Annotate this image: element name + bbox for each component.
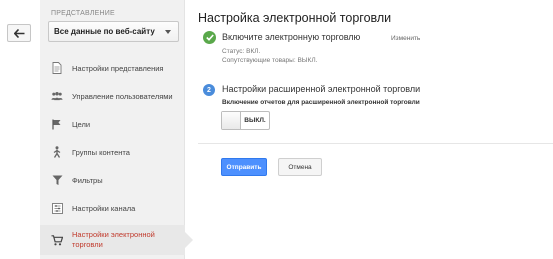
sidebar-item-label: Фильтры	[72, 175, 103, 185]
edit-link[interactable]: Изменить	[391, 35, 420, 42]
users-icon	[51, 90, 63, 102]
sidebar-item-label: Управление пользователями	[72, 91, 173, 101]
view-select[interactable]: Все данные по веб-сайту	[48, 21, 179, 42]
sidebar-item-label: Настройки представления	[72, 63, 164, 73]
sidebar-item-channel-settings[interactable]: Настройки канала	[40, 194, 185, 222]
submit-button[interactable]: Отправить	[221, 158, 267, 176]
view-select-value: Все данные по веб-сайту	[54, 27, 155, 36]
toggle-knob	[222, 112, 241, 129]
sidebar-item-label: Настройки электронной торговли	[72, 230, 155, 249]
section-label: ПРЕДСТАВЛЕНИЕ	[51, 10, 115, 17]
filter-icon	[51, 174, 63, 186]
enhanced-ecommerce-toggle[interactable]: ВЫКЛ.	[221, 111, 270, 130]
sidebar-item-label: Цели	[72, 119, 91, 129]
sidebar-nav: Настройки представления Управление польз…	[40, 54, 193, 255]
cart-icon	[51, 234, 63, 246]
toggle-state-label: ВЫКЛ.	[244, 117, 266, 124]
page-title: Настройка электронной торговли	[198, 11, 392, 25]
sidebar-item-ecommerce-settings[interactable]: Настройки электронной торговли	[40, 225, 193, 255]
sidebar-item-filters[interactable]: Фильтры	[40, 166, 185, 194]
sidebar-item-goals[interactable]: Цели	[40, 110, 185, 138]
document-icon	[51, 62, 63, 74]
channel-icon	[51, 202, 63, 214]
divider	[198, 143, 553, 144]
checkmark-icon	[203, 31, 216, 44]
sidebar-item-label: Группы контента	[72, 147, 130, 157]
main-content: Настройка электронной торговли Включите …	[198, 0, 553, 259]
sidebar-item-content-groups[interactable]: Группы контента	[40, 138, 185, 166]
status-text: Статус: ВКЛ.	[222, 48, 261, 55]
app-root: ПРЕДСТАВЛЕНИЕ Все данные по веб-сайту На…	[0, 0, 553, 259]
related-products-text: Сопутствующие товары: ВЫКЛ.	[222, 57, 318, 64]
sidebar-item-user-management[interactable]: Управление пользователями	[40, 82, 185, 110]
sidebar: ПРЕДСТАВЛЕНИЕ Все данные по веб-сайту На…	[40, 0, 193, 259]
flag-icon	[51, 118, 63, 130]
step2-subtitle: Включение отчетов для расширенной электр…	[222, 99, 420, 106]
chevron-down-icon	[165, 30, 171, 34]
person-walk-icon	[51, 146, 63, 158]
step1-title: Включите электронную торговлю	[222, 32, 361, 42]
cancel-button[interactable]: Отмена	[278, 158, 322, 176]
sidebar-item-view-settings[interactable]: Настройки представления	[40, 54, 185, 82]
arrow-left-icon	[13, 28, 24, 38]
step2-title: Настройки расширенной электронной торгов…	[222, 84, 421, 94]
back-button[interactable]	[7, 24, 31, 42]
step-number-badge: 2	[203, 84, 215, 96]
sidebar-item-label: Настройки канала	[72, 203, 136, 213]
